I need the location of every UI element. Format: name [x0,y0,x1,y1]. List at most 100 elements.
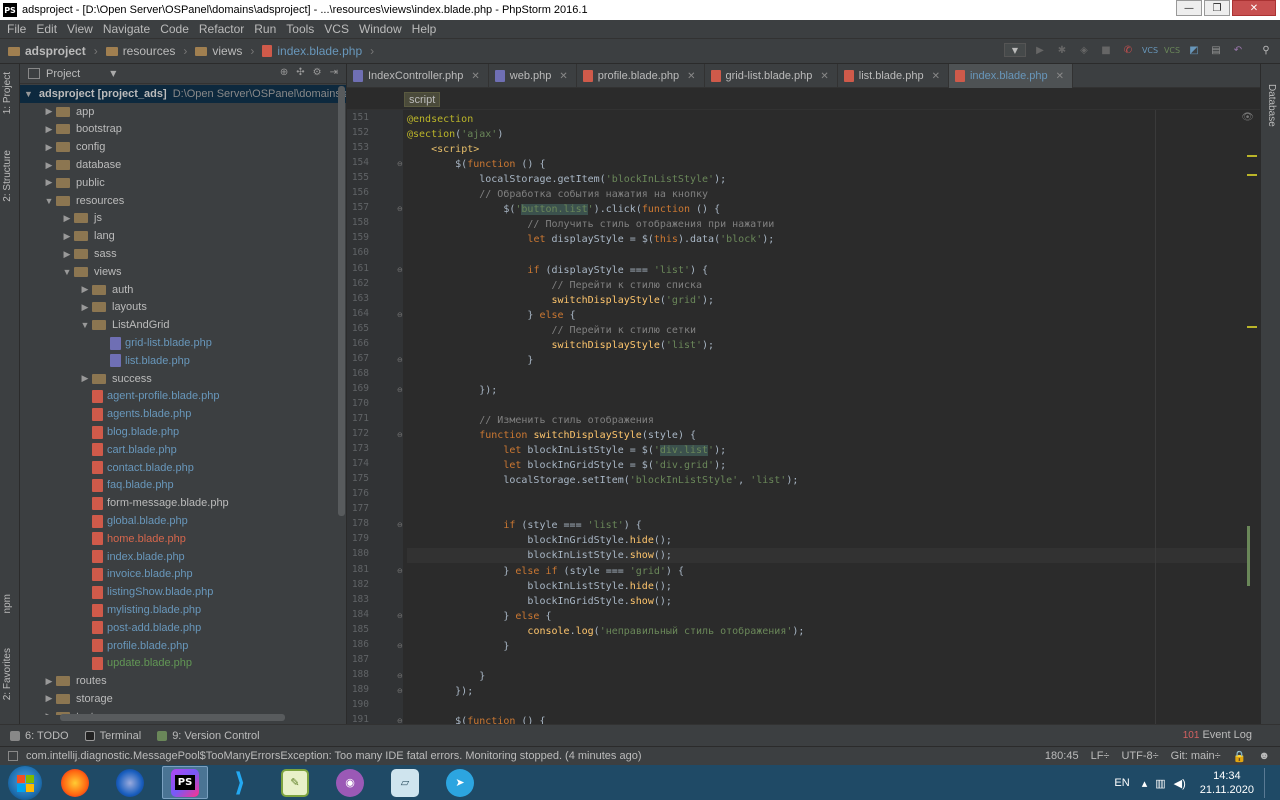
network-icon[interactable]: ▥ [1155,777,1165,790]
structure-tool-tab[interactable]: 2: Structure [2,150,13,202]
inspection-eye-icon[interactable]: 👁 [1241,112,1254,123]
tree-file[interactable]: list.blade.php [20,352,346,370]
code-line[interactable]: // Перейти к стилю списка [407,278,702,293]
code-line[interactable]: // Изменить стиль отображения [407,413,654,428]
stop-icon[interactable]: ■ [1098,42,1114,58]
tree-folder[interactable]: ▶ database [20,156,346,174]
inspector-icon[interactable]: ☻ [1258,750,1270,763]
close-tab-icon[interactable]: ✕ [687,71,695,82]
chevron-right-icon[interactable]: ▶ [78,284,92,295]
menu-view[interactable]: View [67,22,93,36]
chevron-right-icon[interactable]: ▶ [42,711,56,715]
close-button[interactable]: ✕ [1232,0,1276,16]
tree-file[interactable]: mylisting.blade.php [20,601,346,619]
chevron-right-icon[interactable]: ▶ [42,676,56,687]
database-tool-tab[interactable]: Database [1266,84,1277,127]
menu-vcs[interactable]: VCS [324,22,349,36]
tree-folder[interactable]: ▶ lang [20,227,346,245]
code-line[interactable]: blockInListStyle.hide(); [407,579,672,594]
debug-icon[interactable]: ✱ [1054,42,1070,58]
code-line[interactable]: } [407,639,509,654]
tree-file[interactable]: contact.blade.php [20,459,346,477]
revert-icon[interactable]: ↶ [1230,42,1246,58]
code-line[interactable]: } else if (style === 'grid') { [407,564,684,579]
code-line[interactable]: } [407,669,485,684]
chevron-right-icon[interactable]: ▶ [42,160,56,171]
tree-folder[interactable]: ▶ storage [20,690,346,708]
chevron-right-icon[interactable]: ▶ [42,142,56,153]
project-tool-tab[interactable]: 1: Project [2,72,13,114]
phone-icon[interactable]: ✆ [1120,42,1136,58]
terminal-tab[interactable]: Terminal [84,730,141,742]
menu-refactor[interactable]: Refactor [199,22,244,36]
event-log-button[interactable]: 101 Event Log [1183,729,1252,741]
tree-file[interactable]: listingShow.blade.php [20,583,346,601]
vcs-commit-icon[interactable]: VCS [1164,42,1180,58]
taskbar-vscode[interactable]: ⟩ [217,766,263,799]
tree-file[interactable]: grid-list.blade.php [20,334,346,352]
project-view-selector[interactable]: Project [46,68,80,80]
editor-tab[interactable]: web.php ✕ [489,64,577,88]
tree-file[interactable]: agent-profile.blade.php [20,388,346,406]
tree-file[interactable]: faq.blade.php [20,477,346,495]
fold-marker-icon[interactable]: ⊖ [397,386,403,394]
chevron-right-icon[interactable]: ▶ [60,231,74,242]
code-line[interactable]: if (displayStyle === 'list') { [407,263,708,278]
tree-folder[interactable]: ▼ resources [20,192,346,210]
hide-icon[interactable]: ⇥ [330,67,338,78]
code-line[interactable]: } else { [407,308,575,323]
editor-tab[interactable]: grid-list.blade.php ✕ [705,64,838,88]
maximize-button[interactable]: ❐ [1204,0,1230,16]
tree-file[interactable]: blog.blade.php [20,423,346,441]
tree-folder[interactable]: ▶ bootstrap [20,121,346,139]
status-message[interactable]: com.intellij.diagnostic.MessagePool$TooM… [26,750,641,762]
chevron-down-icon[interactable]: ▼ [78,320,92,330]
editor-tab[interactable]: index.blade.php ✕ [948,64,1074,88]
taskbar-phpstorm[interactable]: PS [162,766,208,799]
minimize-button[interactable]: — [1176,0,1202,16]
tree-folder[interactable]: ▶ auth [20,281,346,299]
breadcrumb-project[interactable]: adsproject › [8,44,98,58]
tree-folder[interactable]: ▶ sass [20,245,346,263]
editor-tab[interactable]: IndexController.php ✕ [347,64,489,88]
tree-folder[interactable]: ▶ success [20,370,346,388]
file-encoding[interactable]: UTF-8÷ [1121,750,1158,763]
fold-marker-icon[interactable]: ⊖ [397,612,403,620]
code-line[interactable]: $(function () { [407,714,545,724]
editor-tab[interactable]: profile.blade.php ✕ [577,64,705,88]
language-indicator[interactable]: EN [1114,777,1129,789]
menu-code[interactable]: Code [160,22,189,36]
npm-tool-tab[interactable]: npm [2,594,13,613]
close-tab-icon[interactable]: ✕ [1056,71,1064,82]
search-icon[interactable]: ⚲ [1258,42,1274,58]
warning-marker[interactable] [1247,326,1257,328]
tree-folder[interactable]: ▶ routes [20,672,346,690]
code-line[interactable]: } [407,353,533,368]
code-line[interactable]: if (style === 'list') { [407,518,641,533]
fold-marker-icon[interactable]: ⊖ [397,521,403,529]
menu-run[interactable]: Run [254,22,276,36]
fold-marker-icon[interactable]: ⊖ [397,642,403,650]
taskbar-firefox-dev[interactable] [107,766,153,799]
code-line[interactable]: switchDisplayStyle('list'); [407,338,715,353]
code-line[interactable]: console.log('неправильный стиль отображе… [407,624,804,639]
code-line[interactable]: let blockInListStyle = $('div.list'); [407,443,726,458]
taskbar-firefox[interactable] [52,766,98,799]
warning-marker[interactable] [1247,155,1257,157]
git-branch[interactable]: Git: main÷ [1171,750,1221,763]
code-line[interactable]: blockInListStyle.show(); [407,548,1247,564]
compare-icon[interactable]: ▤ [1208,42,1224,58]
tree-file[interactable]: profile.blade.php [20,637,346,655]
taskbar-telegram[interactable]: ➤ [437,766,483,799]
code-line[interactable]: blockInGridStyle.hide(); [407,533,672,548]
code-line[interactable]: }); [407,684,473,699]
gear-icon[interactable]: ⚙ [313,67,322,78]
fold-marker-icon[interactable]: ⊖ [397,567,403,575]
close-tab-icon[interactable]: ✕ [820,71,828,82]
line-separator[interactable]: LF÷ [1091,750,1110,763]
tree-folder[interactable]: ▼ ListAndGrid [20,316,346,334]
code-line[interactable]: // Получить стиль отображения при нажати… [407,217,774,232]
close-tab-icon[interactable]: ✕ [932,71,940,82]
code-line[interactable]: <script> [407,142,479,157]
project-hscrollbar[interactable] [60,714,285,721]
